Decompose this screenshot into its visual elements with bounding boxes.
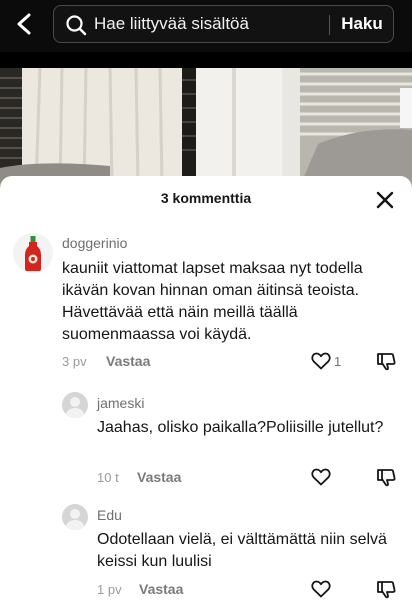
like-button[interactable]: 1 <box>311 349 351 373</box>
comment-text: Odotellaan vielä, ei välttämättä niin se… <box>97 531 387 570</box>
comment-timestamp: 3 pv <box>62 354 87 369</box>
reply-button[interactable]: Vastaa <box>139 581 183 597</box>
like-button[interactable] <box>311 577 351 601</box>
comment-timestamp: 1 pv <box>97 582 122 597</box>
reply-item: Edu Odotellaan vielä, ei välttämättä nii… <box>0 502 412 602</box>
comments-count-title: 3 kommenttia <box>160 190 252 206</box>
chevron-left-icon <box>17 13 31 35</box>
thumbs-down-icon[interactable] <box>375 350 397 372</box>
comment-username[interactable]: doggerinio <box>62 235 127 251</box>
back-button[interactable] <box>10 9 40 39</box>
comment-timestamp: 10 t <box>97 470 119 485</box>
comment-text: kauniit viattomat lapset maksaa nyt tode… <box>62 260 363 343</box>
thumbs-down-icon[interactable] <box>375 466 397 488</box>
search-icon <box>66 15 87 36</box>
default-avatar <box>65 509 85 530</box>
search-input[interactable] <box>94 10 324 38</box>
like-count: 1 <box>334 353 342 369</box>
comment-item: doggerinio kauniit viattomat lapset maks… <box>0 228 412 378</box>
avatar[interactable] <box>62 504 88 530</box>
close-icon[interactable] <box>374 189 396 211</box>
comment-username[interactable]: jameski <box>97 395 144 411</box>
thumbs-down-icon[interactable] <box>375 578 397 600</box>
comment-username[interactable]: Edu <box>97 507 122 523</box>
video-preview[interactable] <box>0 68 412 186</box>
heart-icon <box>311 580 331 598</box>
heart-icon <box>311 352 331 370</box>
top-bar: Haku <box>0 0 412 52</box>
avatar[interactable] <box>62 392 88 418</box>
video-frame-image <box>0 68 412 186</box>
avatar[interactable] <box>13 233 53 273</box>
comment-text: Jaahas, olisko paikalla?Poliisille jutel… <box>97 419 384 436</box>
comments-header: 3 kommenttia <box>0 176 412 220</box>
default-avatar <box>65 397 85 418</box>
search-button[interactable]: Haku <box>330 6 394 42</box>
like-button[interactable] <box>311 465 351 489</box>
reply-button[interactable]: Vastaa <box>106 353 150 369</box>
comments-sheet: 3 kommenttia doggerinio kauniit viattoma… <box>0 176 412 610</box>
search-box[interactable]: Haku <box>53 5 394 43</box>
heart-icon <box>311 468 331 486</box>
sriracha-bottle-avatar <box>25 236 41 271</box>
reply-button[interactable]: Vastaa <box>137 469 181 485</box>
reply-item: jameski Jaahas, olisko paikalla?Poliisil… <box>0 390 412 490</box>
